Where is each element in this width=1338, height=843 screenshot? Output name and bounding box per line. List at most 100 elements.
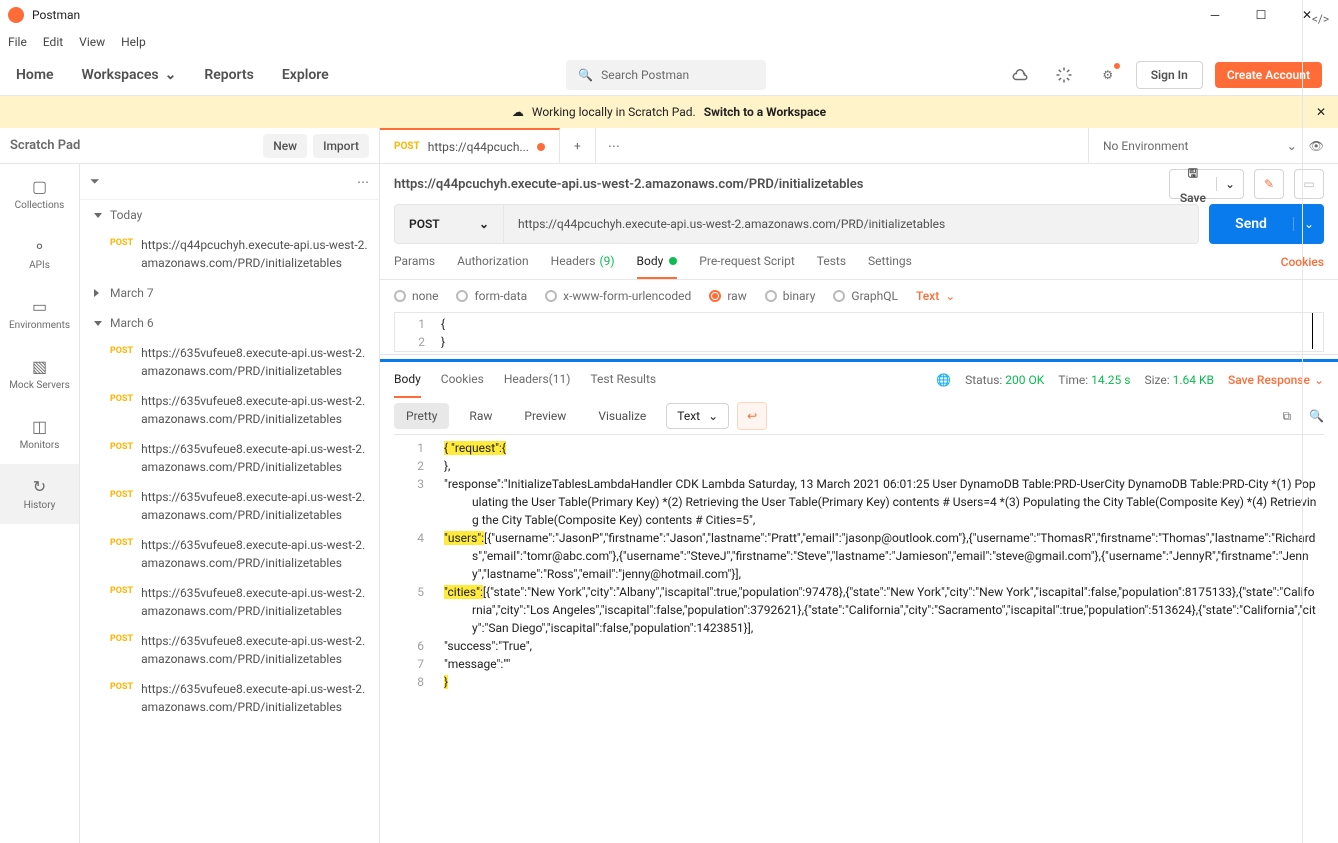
tab-prerequest[interactable]: Pre-request Script bbox=[699, 244, 794, 279]
bodytype-binary[interactable]: binary bbox=[765, 289, 816, 303]
resp-tab-tests[interactable]: Test Results bbox=[590, 362, 656, 398]
globe-icon[interactable]: 🌐 bbox=[936, 373, 951, 387]
monitors-icon: ◫ bbox=[32, 417, 47, 436]
titlebar: Postman ─ ☐ ✕ bbox=[0, 0, 1338, 30]
method-badge: POST bbox=[110, 346, 133, 380]
history-item[interactable]: POSThttps://635vufeue8.execute-api.us-we… bbox=[80, 626, 379, 674]
bodytype-none[interactable]: none bbox=[394, 289, 438, 303]
radio-icon bbox=[833, 290, 845, 302]
signin-button[interactable]: Sign In bbox=[1136, 61, 1203, 89]
chevron-down-icon[interactable]: ⌄ bbox=[1287, 139, 1297, 153]
save-button[interactable]: 🖫Save ⌄ bbox=[1169, 169, 1244, 199]
tab-label: https://q44pcuch... bbox=[428, 140, 529, 154]
menu-help[interactable]: Help bbox=[121, 35, 146, 49]
request-body-editor[interactable]: 12 {} bbox=[394, 312, 1324, 352]
menu-view[interactable]: View bbox=[79, 35, 105, 49]
tab-headers[interactable]: Headers(9) bbox=[551, 244, 615, 279]
history-item[interactable]: POSThttps://635vufeue8.execute-api.us-we… bbox=[80, 530, 379, 578]
search-icon: 🔍 bbox=[578, 68, 593, 82]
request-title: https://q44pcuchyh.execute-api.us-west-2… bbox=[394, 177, 1159, 192]
postman-logo-icon bbox=[8, 7, 24, 23]
sidebar-collections[interactable]: ▢Collections bbox=[0, 164, 79, 224]
settings-icon[interactable]: ⚙ bbox=[1092, 59, 1124, 91]
resp-tab-cookies[interactable]: Cookies bbox=[441, 362, 484, 398]
history-group[interactable]: Today bbox=[80, 200, 379, 230]
history-group[interactable]: March 7 bbox=[80, 278, 379, 308]
menu-file[interactable]: File bbox=[8, 35, 27, 49]
view-type-selector[interactable]: Text ⌄ bbox=[666, 403, 729, 429]
save-dropdown[interactable]: ⌄ bbox=[1216, 177, 1243, 191]
history-item[interactable]: POSThttps://635vufeue8.execute-api.us-we… bbox=[80, 434, 379, 482]
capture-icon[interactable] bbox=[1048, 59, 1080, 91]
history-item[interactable]: POSThttps://635vufeue8.execute-api.us-we… bbox=[80, 482, 379, 530]
sidebar-mock-servers[interactable]: ▧Mock Servers bbox=[0, 344, 79, 404]
sidebar-apis[interactable]: ⚬APIs bbox=[0, 224, 79, 284]
more-icon[interactable]: ⋯ bbox=[357, 175, 369, 189]
tab-settings[interactable]: Settings bbox=[868, 244, 912, 279]
radio-icon bbox=[394, 290, 406, 302]
method-badge: POST bbox=[110, 538, 133, 572]
sidebar-history[interactable]: ↻History bbox=[0, 464, 79, 524]
active-indicator-icon bbox=[669, 257, 677, 265]
radio-icon bbox=[709, 290, 721, 302]
sidebar-environments[interactable]: ▭Environments bbox=[0, 284, 79, 344]
search-input[interactable]: 🔍 Search Postman bbox=[566, 60, 766, 90]
radio-icon bbox=[456, 290, 468, 302]
copy-icon[interactable]: ⧉ bbox=[1282, 409, 1291, 424]
menu-edit[interactable]: Edit bbox=[43, 35, 63, 49]
bodytype-form-data[interactable]: form-data bbox=[456, 289, 527, 303]
maximize-button[interactable]: ☐ bbox=[1238, 0, 1284, 30]
radio-icon bbox=[545, 290, 557, 302]
method-selector[interactable]: POST⌄ bbox=[394, 204, 504, 244]
bodytype-x-www-form-urlencoded[interactable]: x-www-form-urlencoded bbox=[545, 289, 691, 303]
status-label: Status: 200 OK bbox=[965, 373, 1044, 387]
cloud-sync-icon[interactable] bbox=[1004, 59, 1036, 91]
bodytype-raw[interactable]: raw bbox=[709, 289, 746, 303]
bodytype-GraphQL[interactable]: GraphQL bbox=[833, 289, 898, 303]
response-body[interactable]: 12345678 { "request":{},"response":"Init… bbox=[394, 434, 1324, 695]
new-tab-button[interactable]: + bbox=[560, 128, 596, 163]
nav-home[interactable]: Home bbox=[16, 67, 54, 83]
time-label: Time: 14.25 s bbox=[1058, 373, 1130, 387]
unsaved-indicator-icon bbox=[537, 143, 545, 151]
history-group[interactable]: March 6 bbox=[80, 308, 379, 338]
history-item[interactable]: POSThttps://q44pcuchyh.execute-api.us-we… bbox=[80, 230, 379, 278]
import-button[interactable]: Import bbox=[313, 134, 369, 158]
history-item[interactable]: POSThttps://635vufeue8.execute-api.us-we… bbox=[80, 674, 379, 722]
sidebar-monitors[interactable]: ◫Monitors bbox=[0, 404, 79, 464]
nav-workspaces[interactable]: Workspaces⌄ bbox=[82, 67, 177, 83]
view-raw[interactable]: Raw bbox=[457, 403, 504, 429]
tab-tests[interactable]: Tests bbox=[817, 244, 846, 279]
raw-type-selector[interactable]: Text ⌄ bbox=[916, 289, 955, 303]
wrap-lines-icon[interactable]: ↩ bbox=[737, 402, 767, 430]
minimize-button[interactable]: ─ bbox=[1192, 0, 1238, 30]
apis-icon: ⚬ bbox=[33, 237, 46, 256]
radio-icon bbox=[765, 290, 777, 302]
environment-selector[interactable]: No Environment bbox=[1103, 139, 1275, 153]
resp-tab-headers[interactable]: Headers (11) bbox=[504, 362, 571, 398]
nav-explore[interactable]: Explore bbox=[282, 67, 329, 83]
history-icon: ↻ bbox=[33, 477, 46, 496]
view-visualize[interactable]: Visualize bbox=[586, 403, 658, 429]
view-pretty[interactable]: Pretty bbox=[394, 403, 449, 429]
filter-icon[interactable]: ⏷ bbox=[90, 174, 100, 189]
new-button[interactable]: New bbox=[263, 134, 307, 158]
tab-params[interactable]: Params bbox=[394, 244, 435, 279]
code-snippet-icon[interactable]: </> bbox=[1302, 128, 1338, 843]
edit-icon[interactable]: ✎ bbox=[1254, 169, 1284, 199]
history-item[interactable]: POSThttps://635vufeue8.execute-api.us-we… bbox=[80, 338, 379, 386]
history-item[interactable]: POSThttps://635vufeue8.execute-api.us-we… bbox=[80, 578, 379, 626]
tab-options-icon[interactable]: ⋯ bbox=[596, 128, 632, 163]
request-tab[interactable]: POST https://q44pcuch... bbox=[380, 128, 560, 163]
banner-link[interactable]: Switch to a Workspace bbox=[704, 105, 826, 119]
tab-body[interactable]: Body bbox=[637, 244, 678, 279]
resp-tab-body[interactable]: Body bbox=[394, 362, 421, 398]
view-preview[interactable]: Preview bbox=[512, 403, 578, 429]
history-item[interactable]: POSThttps://635vufeue8.execute-api.us-we… bbox=[80, 386, 379, 434]
url-input[interactable]: https://q44pcuchyh.execute-api.us-west-2… bbox=[504, 204, 1199, 244]
tab-authorization[interactable]: Authorization bbox=[457, 244, 529, 279]
nav-reports[interactable]: Reports bbox=[204, 67, 254, 83]
tab-method: POST bbox=[394, 141, 420, 152]
splitter[interactable] bbox=[380, 354, 1338, 362]
banner-text: Working locally in Scratch Pad. bbox=[532, 105, 696, 119]
